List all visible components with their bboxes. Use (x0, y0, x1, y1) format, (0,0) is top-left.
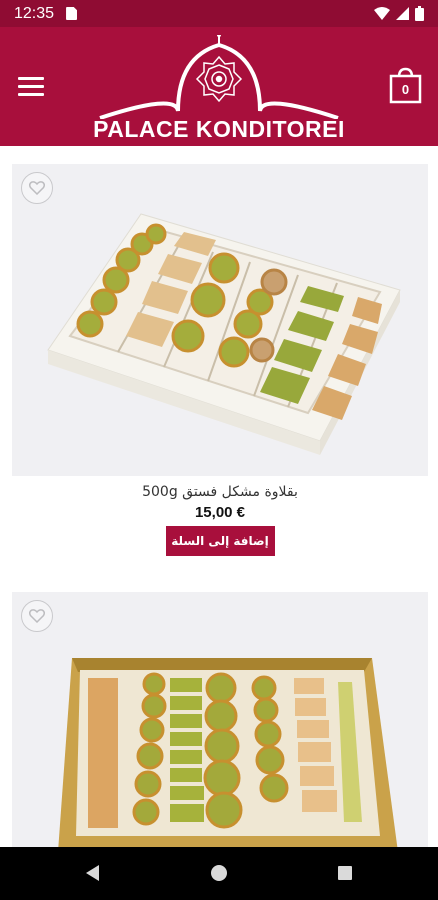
wishlist-button[interactable] (21, 600, 53, 632)
product-price: 15,00 € (194, 504, 246, 521)
system-navigation-bar (0, 847, 438, 900)
product-card[interactable] (12, 592, 428, 847)
brand-name: PALACE KONDITOREI (93, 116, 345, 142)
brand-logo[interactable]: PALACE KONDITOREI (86, 33, 352, 142)
product-image[interactable] (12, 592, 428, 847)
sd-card-icon (66, 7, 78, 20)
status-icons (374, 6, 424, 21)
wifi-icon (374, 7, 390, 20)
menu-icon-line (18, 77, 44, 80)
battery-icon (415, 6, 424, 21)
product-list[interactable]: بقلاوة مشكل فستق 500g 15,00 € إضافة إلى … (0, 146, 438, 847)
add-to-cart-button[interactable]: إضافة إلى السلة (165, 526, 275, 556)
status-bar: 12:35 (0, 0, 438, 27)
menu-icon-line (18, 85, 44, 88)
product-title[interactable]: بقلاوة مشكل فستق 500g (12, 484, 428, 500)
baklava-box-image (12, 164, 428, 476)
product-image[interactable] (12, 164, 428, 476)
app-header: PALACE KONDITOREI 0 (0, 27, 438, 146)
heart-icon (29, 609, 45, 623)
home-icon[interactable] (211, 865, 227, 881)
palace-dome-icon (99, 33, 339, 120)
menu-button[interactable] (18, 77, 44, 97)
status-time: 12:35 (14, 4, 55, 22)
cart-button[interactable]: 0 (389, 67, 422, 104)
cart-count-badge: 0 (401, 82, 410, 97)
wishlist-button[interactable] (21, 172, 53, 204)
baklava-box-image (12, 592, 428, 847)
heart-icon (29, 181, 45, 195)
menu-icon-line (18, 93, 44, 96)
product-card[interactable]: بقلاوة مشكل فستق 500g 15,00 € إضافة إلى … (12, 164, 428, 556)
recent-apps-icon[interactable] (338, 866, 352, 880)
signal-icon (396, 7, 409, 20)
back-icon[interactable] (86, 865, 99, 881)
